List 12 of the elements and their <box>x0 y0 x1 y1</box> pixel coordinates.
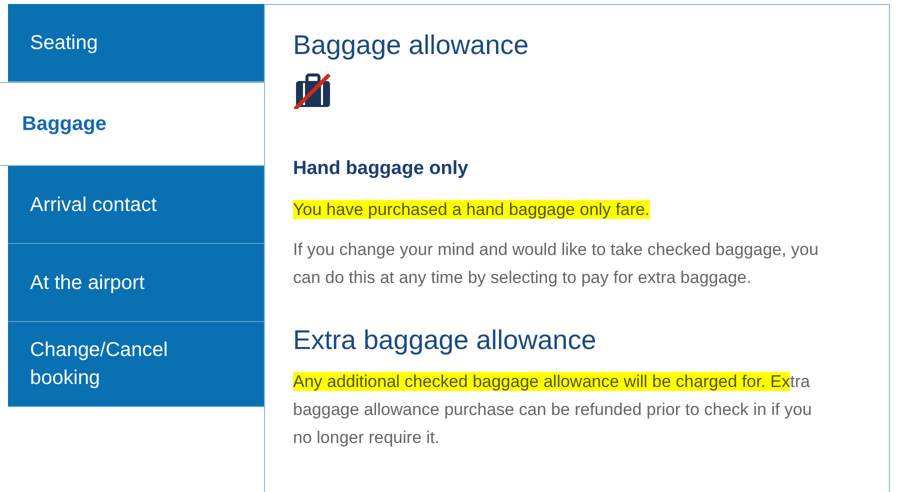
crossed-suitcase-icon <box>293 73 333 109</box>
paragraph: Any additional checked baggage allowance will be charged for. Extra baggage allowance purchase can be refunded prior to check in if you no longer require it. <box>293 370 813 448</box>
subheading: Hand baggage only <box>293 157 470 181</box>
sidebar-tab[interactable]: Seating <box>8 4 264 82</box>
paragraph: If you change your mind and would like to take checked baggage, you can do this at any time by selecting to pay for extra baggage. <box>293 238 820 288</box>
sidebar-tab[interactable]: Change/Cancel booking <box>8 322 264 407</box>
sidebar-tab[interactable]: Arrival contact <box>8 166 264 244</box>
sidebar-tab[interactable]: Baggage <box>0 82 264 166</box>
section-heading: Extra baggage allowance <box>293 324 598 356</box>
paragraph: You have purchased a hand baggage only fare. <box>293 198 651 220</box>
sidebar-tab[interactable]: At the airport <box>8 244 264 322</box>
section-heading: Baggage allowance <box>293 29 530 61</box>
